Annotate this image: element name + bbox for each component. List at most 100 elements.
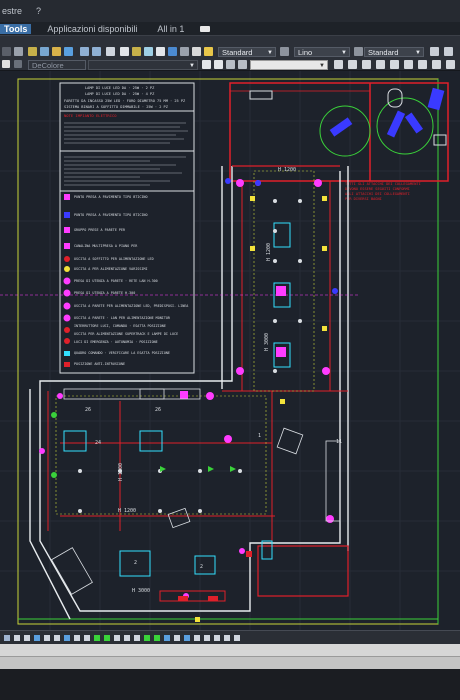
m-icon[interactable] (144, 634, 150, 641)
workspace-icon[interactable] (124, 634, 130, 641)
tab-more-icon[interactable] (200, 25, 211, 32)
legend-entry-11: USCITA PER ALIMENTAZIONE SUPERTRACK E LA… (74, 332, 178, 336)
ribbon-tabs: Tools Applicazioni disponibili All in 1 (0, 22, 460, 35)
linetype-row-dropdown[interactable]: ▼ (88, 60, 198, 70)
match-icon[interactable] (106, 47, 115, 56)
selection-cycling-icon[interactable] (174, 634, 180, 641)
svg-text:2: 2 (134, 560, 137, 566)
linetype-icon[interactable] (280, 47, 289, 56)
sigma-icon[interactable] (134, 634, 140, 641)
text-style-dropdown[interactable]: Standard ▼ (218, 47, 276, 57)
grid-toggle-icon[interactable] (14, 634, 20, 641)
properties-icon[interactable] (192, 47, 201, 56)
legend-entry-9: USCITA A PARETE · LAN PER ALIMENTAZIONE … (74, 316, 171, 320)
transparency-icon[interactable] (94, 634, 100, 641)
polar-icon[interactable] (44, 634, 50, 641)
paste-icon[interactable] (132, 47, 141, 56)
zoom-icon[interactable] (168, 47, 177, 56)
quick-props-icon[interactable] (164, 634, 170, 641)
otrack-icon[interactable] (64, 634, 70, 641)
grid-icon[interactable] (180, 47, 189, 56)
tab-tools[interactable]: Tools (0, 23, 32, 34)
move-icon[interactable] (334, 60, 343, 69)
quickselect-icon[interactable] (214, 60, 223, 69)
zoom-icon-2[interactable] (184, 634, 190, 641)
linetype-label: Lino (298, 48, 313, 57)
legend-entry-12: LUCI DI EMERGENZA · AUTONOMIA · POSIZION… (74, 340, 158, 344)
command-line[interactable] (0, 656, 460, 670)
clean-screen-icon[interactable] (224, 634, 230, 641)
extend-icon[interactable] (418, 60, 427, 69)
ortho-icon[interactable] (34, 634, 40, 641)
layer-props-icon[interactable] (28, 47, 37, 56)
calc-icon[interactable] (156, 47, 165, 56)
svg-text:11: 11 (336, 439, 342, 445)
plus-icon[interactable] (104, 634, 110, 641)
menu-item-finestre[interactable]: estre (2, 6, 22, 16)
settings-icon[interactable] (194, 634, 200, 641)
redo-icon[interactable] (92, 47, 101, 56)
legend-entry-8: USCITA A PARETE PER ALIMENTAZIONE LED, P… (74, 304, 188, 308)
red-note: TUTTI GLI ATTACCHI DEI COLLEGAMENTI DEVO… (345, 182, 423, 201)
copy-icon[interactable] (120, 47, 129, 56)
array-icon[interactable] (446, 60, 455, 69)
model-icon[interactable] (4, 634, 10, 641)
text-style-label: Standard (222, 48, 253, 57)
legend-entry-13: QUADRO COMANDO · VERIFICARE LA ESATTA PO… (74, 351, 170, 355)
dimstyle-icon[interactable] (354, 47, 363, 56)
tab-applicazioni-disponibili[interactable]: Applicazioni disponibili (43, 24, 141, 34)
lineweight-dropdown[interactable]: ▼ (250, 60, 328, 70)
svg-text:2: 2 (200, 564, 203, 570)
isolate-icon[interactable] (64, 47, 73, 56)
layer-state-icon[interactable] (14, 60, 22, 68)
svg-text:26: 26 (155, 407, 161, 413)
grip-icon[interactable] (2, 47, 11, 56)
isolate-objects-icon[interactable] (204, 634, 210, 641)
legend-entry-1: PUNTO PRESA A PAVIMENTO TIPO BTICINO (74, 213, 148, 217)
hardware-accel-icon[interactable] (214, 634, 220, 641)
layer-icon[interactable] (14, 47, 23, 56)
legend-entry-0: PUNTO PRESA A PAVIMENTO TIPO BTICINO (74, 195, 148, 199)
stretch-icon[interactable] (390, 60, 399, 69)
dim-style-dropdown[interactable]: Standard ▼ (364, 47, 424, 57)
linetype-dropdown[interactable]: Lino ▼ (294, 47, 350, 57)
units-icon[interactable] (154, 634, 160, 641)
floor-plan-drawing: LAMP DI LUCE LED DA · 25W · 2 PZ LAMP DI… (0, 71, 460, 630)
undo-icon[interactable] (80, 47, 89, 56)
table-style-icon[interactable] (430, 47, 439, 56)
color-swatch-icon[interactable] (2, 60, 10, 68)
tool-a-icon[interactable] (226, 60, 235, 69)
lock-icon[interactable] (52, 47, 61, 56)
legend-entry-3: CANALINA MULTIPRESA A PIANO PER (74, 244, 138, 248)
mirror-icon[interactable] (376, 60, 385, 69)
dyn-icon[interactable] (74, 634, 80, 641)
drawing-canvas[interactable]: LAMP DI LUCE LED DA · 25W · 2 PZ LAMP DI… (0, 71, 460, 630)
snap-icon[interactable] (24, 634, 30, 641)
scale-icon[interactable] (362, 60, 371, 69)
legend-notes-title: NOTE IMPIANTO ELETTRICO (64, 113, 117, 118)
svg-text:H 3000: H 3000 (132, 588, 150, 594)
tab-all-in-1[interactable]: All in 1 (153, 24, 188, 34)
chevron-down-icon: ▼ (319, 63, 325, 69)
legend-header-2: FARETTO DA INCASSO 25W LED · FORO DIAMET… (64, 99, 186, 103)
rotate-icon[interactable] (348, 60, 357, 69)
lweight-icon[interactable] (84, 634, 90, 641)
measure-icon[interactable] (144, 47, 153, 56)
osnap-icon[interactable] (54, 634, 60, 641)
offset-icon[interactable] (432, 60, 441, 69)
legend-entry-14: POSIZIONE ANTI-INTRUSIONE (74, 362, 125, 366)
trim-icon[interactable] (404, 60, 413, 69)
block-icon[interactable] (204, 47, 213, 56)
freeze-icon[interactable] (40, 47, 49, 56)
tool-b-icon[interactable] (238, 60, 247, 69)
customize-icon[interactable] (234, 634, 240, 641)
dim-style-label: Standard (368, 48, 399, 57)
svg-text:H 3000: H 3000 (264, 333, 270, 351)
color-dropdown[interactable]: DeColore (28, 60, 86, 70)
mleader-icon[interactable] (444, 47, 453, 56)
select-icon[interactable] (202, 60, 211, 69)
annotation-icon[interactable] (114, 634, 120, 641)
color-label: DeColore (32, 61, 64, 70)
furniture (51, 388, 341, 595)
menu-item-help[interactable]: ? (36, 6, 41, 16)
